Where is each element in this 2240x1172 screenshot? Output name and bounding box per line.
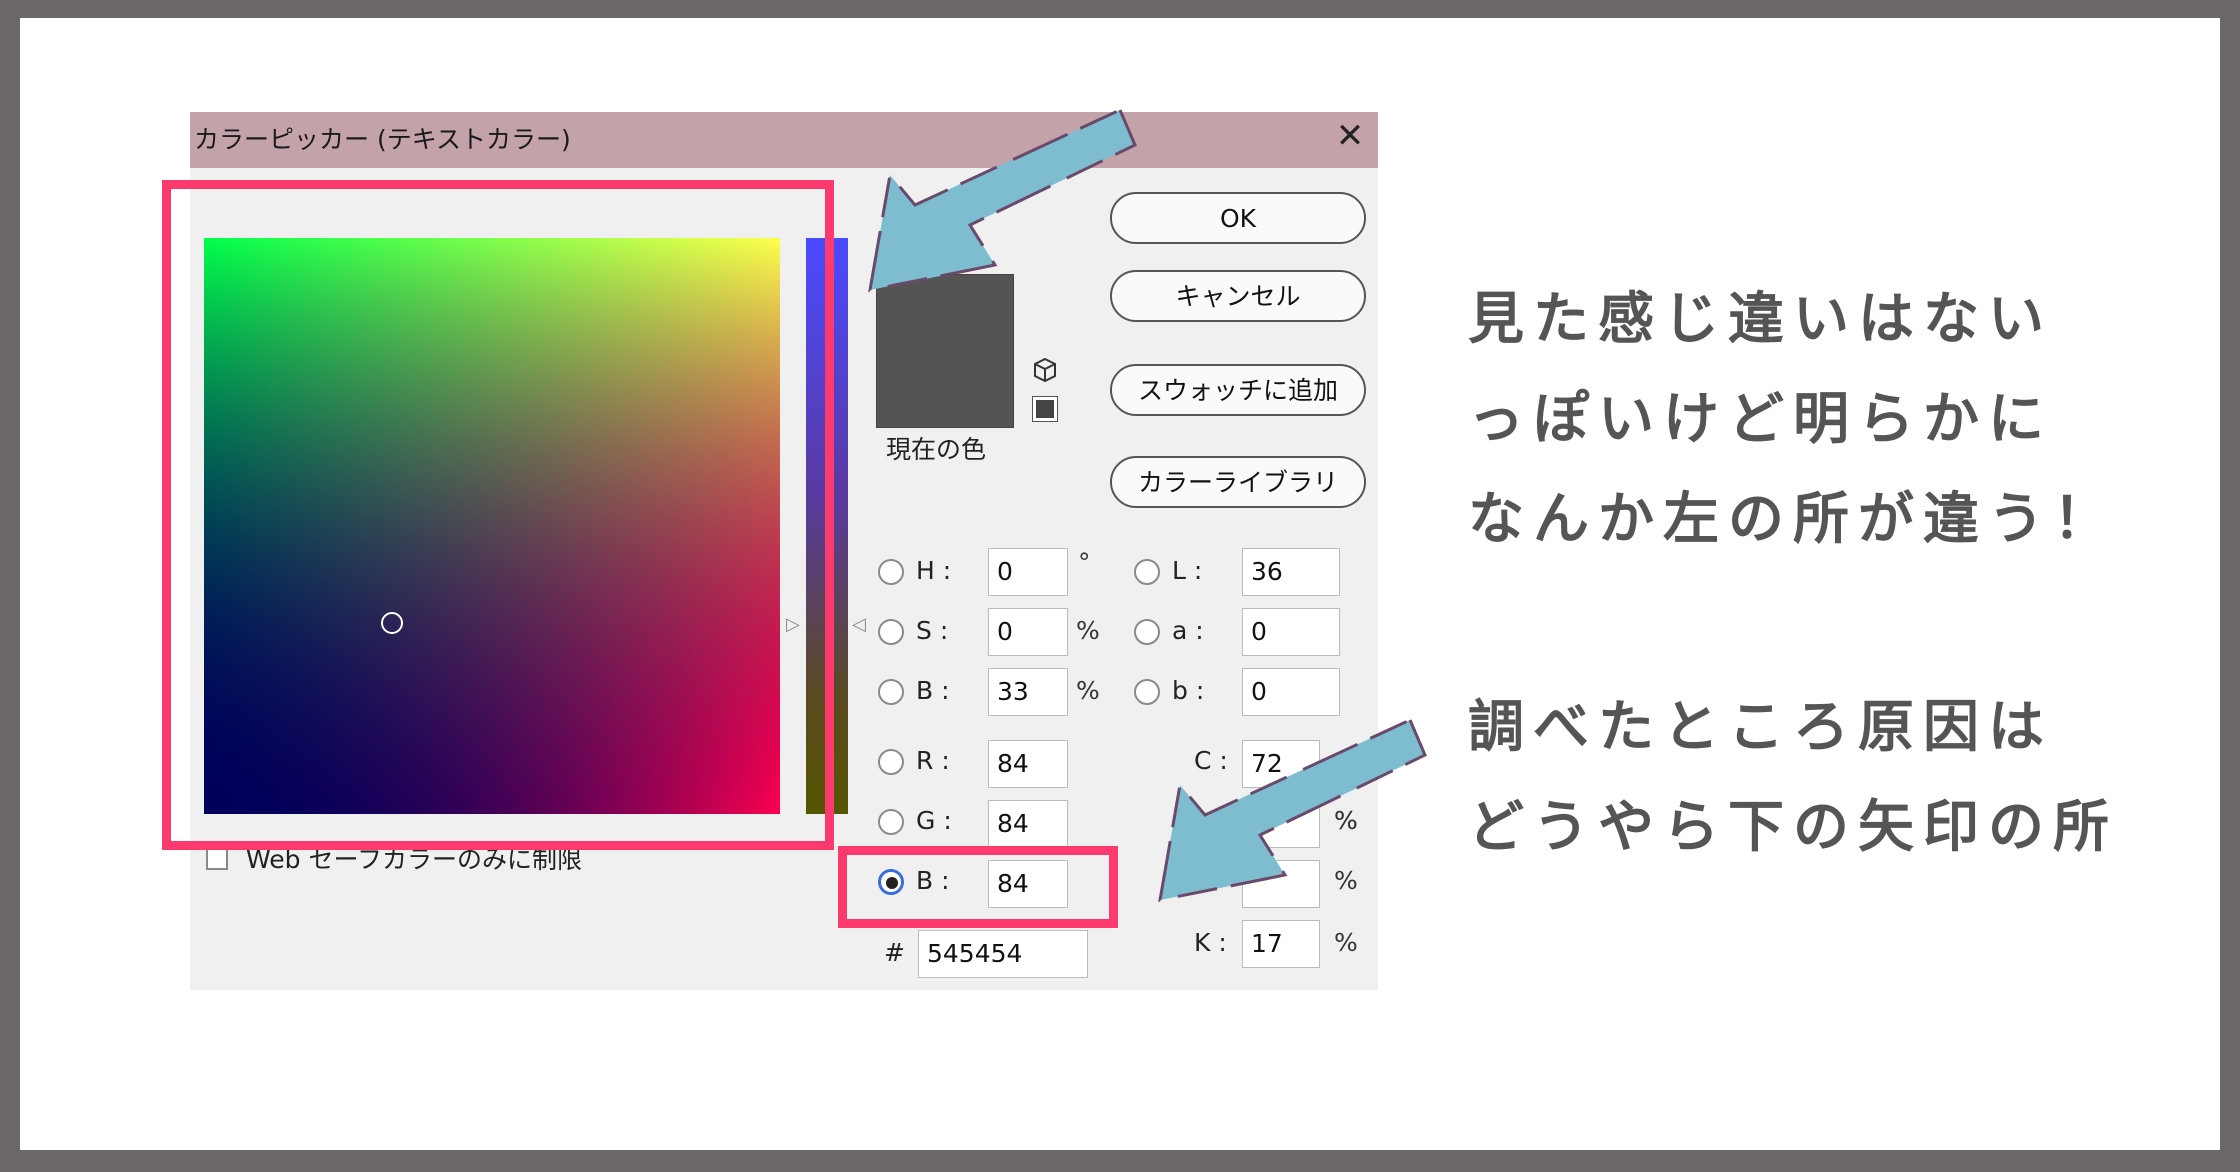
radio-s[interactable] (878, 619, 904, 645)
current-color-label: 現在の色 (886, 435, 987, 464)
radio-l[interactable] (1134, 559, 1160, 585)
arrow-bottom-icon (1158, 717, 1427, 902)
a-label: a : (1172, 616, 1204, 645)
title-bar: カラーピッカー (テキストカラー) ✕ (190, 112, 1378, 168)
k-label: K : (1194, 928, 1227, 957)
highlight-b-radio (838, 846, 1118, 928)
radio-h[interactable] (878, 559, 904, 585)
g-label: G : (916, 806, 952, 835)
radio-g[interactable] (878, 809, 904, 835)
color-library-button[interactable]: カラーライブラリ (1110, 456, 1366, 508)
r-label: R : (916, 746, 950, 775)
r-input[interactable]: 84 (988, 740, 1068, 788)
annotation-line-3: なんか左の所が違う！ (1468, 487, 2118, 552)
annotation-line-5: どうやら下の矢印の所 (1468, 795, 2118, 860)
l-input[interactable]: 36 (1242, 548, 1340, 596)
dialog-title: カラーピッカー (テキストカラー) (194, 125, 571, 154)
l-label: L : (1172, 556, 1203, 585)
a-input[interactable]: 0 (1242, 608, 1340, 656)
hex-label: # (884, 938, 905, 967)
s-unit: % (1076, 616, 1100, 645)
k-unit: % (1334, 928, 1358, 957)
g-input[interactable]: 84 (988, 800, 1068, 848)
s-label: S : (916, 616, 949, 645)
k-input[interactable]: 17 (1242, 920, 1320, 968)
annotation-line-2: っぽいけど明らかに (1468, 387, 2053, 452)
cube-icon[interactable] (1032, 357, 1058, 383)
add-swatch-button[interactable]: スウォッチに追加 (1110, 364, 1366, 416)
highlight-color-field (162, 180, 834, 850)
b-label: B : (916, 676, 950, 705)
degree-unit: ° (1078, 548, 1091, 577)
h-label: H : (916, 556, 952, 585)
s-input[interactable]: 0 (988, 608, 1068, 656)
radio-a[interactable] (1134, 619, 1160, 645)
b-unit: % (1076, 676, 1100, 705)
websafe-color-icon[interactable] (1032, 396, 1058, 422)
close-icon[interactable]: ✕ (1330, 116, 1370, 156)
hex-input[interactable]: 545454 (918, 930, 1088, 978)
arrow-top-icon (868, 107, 1137, 292)
annotation-line-1: 見た感じ違いはない (1468, 287, 2053, 352)
websafe-checkbox[interactable] (206, 848, 228, 870)
radio-r[interactable] (878, 749, 904, 775)
h-input[interactable]: 0 (988, 548, 1068, 596)
b-input[interactable]: 33 (988, 668, 1068, 716)
annotation-line-4: 調べたところ原因は (1468, 695, 2053, 760)
slider-handle-right-icon[interactable]: ◁ (852, 614, 866, 635)
radio-b[interactable] (878, 679, 904, 705)
